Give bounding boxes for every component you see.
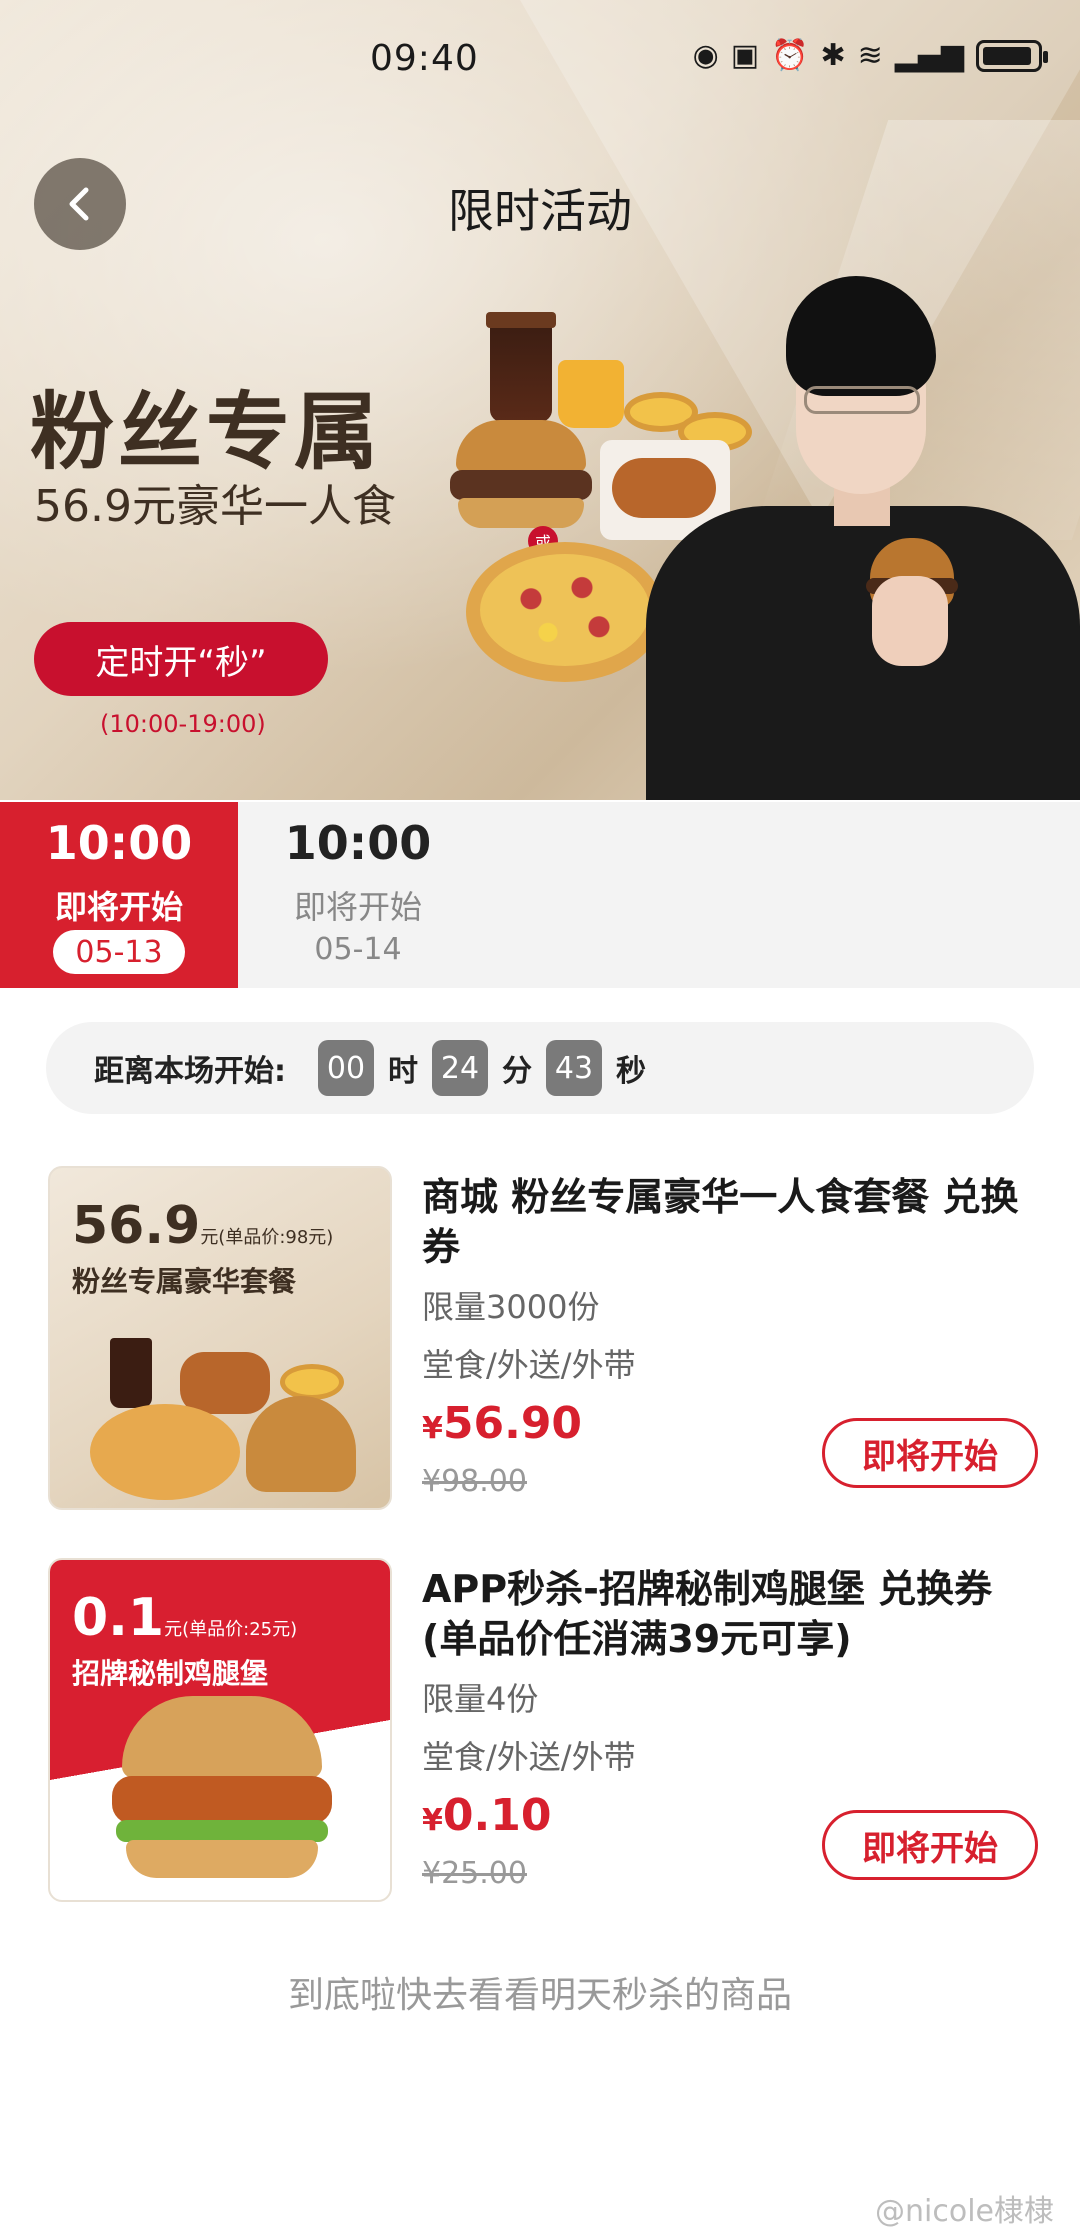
cola-cup-image [110,1338,152,1408]
flash-sale-hours: (10:00-19:00) [100,710,266,738]
thumb-name: 粉丝专属豪华套餐 [72,1265,297,1298]
end-of-list-note: 到底啦快去看看明天秒杀的商品 [287,1975,792,2016]
product-info: APP秒杀-招牌秘制鸡腿堡 兑换券(单品价任消满39元可享) 限量4份 堂食/外… [422,1558,1038,1902]
product-title: APP秒杀-招牌秘制鸡腿堡 兑换券(单品价任消满39元可享) [422,1567,993,1661]
session-status: 即将开始 [293,888,422,926]
battery-icon [976,40,1048,72]
product-title: 商城 粉丝专属豪华一人食套餐 兑换券 [422,1175,1019,1269]
cola-cup-image [486,312,556,422]
page-title: 限时活动 [448,184,632,238]
thumb-price-unit: 元(单品价:98元) [200,1227,334,1248]
status-bar: 09:40 ◉ ▣ ⏰ ✱ ≋ ▂▄▆ [0,0,1080,120]
countdown-seconds: 43 [546,1040,602,1096]
coming-soon-button[interactable]: 即将开始 [822,1810,1038,1880]
minutes-unit: 分 [502,1054,532,1089]
currency-symbol: ¥ [422,1411,443,1446]
product-original-price: ¥98.00 [422,1464,527,1499]
product-original-price: ¥25.00 [422,1856,527,1891]
seconds-unit: 秒 [616,1054,646,1089]
pizza-image [90,1404,240,1500]
product-limit: 限量4份 [422,1680,539,1718]
watermark: @nicole棣棣 [875,2194,1054,2228]
product-limit: 限量3000份 [422,1288,600,1326]
product-price: ¥56.90 [422,1398,583,1449]
product-price: ¥0.10 [422,1790,552,1841]
thumb-price-unit: 元(单品价:25元) [164,1619,298,1640]
wifi-icon: ≋ [857,38,883,73]
bluetooth-icon: ✱ [820,38,846,73]
session-date: 05-13 [53,930,185,974]
thumb-price: 56.9元(单品价:98元) [72,1196,334,1256]
countdown-bar: 距离本场开始: 00 时 24 分 43 秒 [46,1022,1034,1114]
session-date: 05-14 [314,932,402,967]
chicken-burger-image [112,1696,332,1882]
promo-banner[interactable]: 09:40 ◉ ▣ ⏰ ✱ ≋ ▂▄▆ 限时活动 粉丝专属 56.9元豪华一人食… [0,0,1080,800]
countdown-hours: 00 [318,1040,374,1096]
product-service-mode: 堂食/外送/外带 [422,1738,636,1776]
burger-image [246,1396,356,1492]
hours-unit: 时 [388,1054,418,1089]
session-status: 即将开始 [54,888,183,926]
5g-signal-icon: ▂▄▆ [894,38,964,73]
session-tab-0513[interactable]: 10:00 即将开始 05-13 [0,802,238,988]
countdown-label: 距离本场开始: [94,1054,286,1089]
eye-icon: ◉ [692,38,719,73]
chicken-wings-image [180,1352,270,1414]
nfc-icon: ▣ [730,38,760,73]
promo-title: 粉丝专属 [30,383,383,481]
countdown-minutes: 24 [432,1040,488,1096]
promo-subtitle: 56.9元豪华一人食 [34,481,396,532]
egg-tart-image [280,1364,344,1400]
session-tab-0514[interactable]: 10:00 即将开始 05-14 [238,802,478,988]
fries-image [558,360,624,428]
product-service-mode: 堂食/外送/外带 [422,1346,636,1384]
pizza-image [466,542,664,682]
status-time: 09:40 [370,38,479,79]
product-info: 商城 粉丝专属豪华一人食套餐 兑换券 限量3000份 堂食/外送/外带 ¥56.… [422,1166,1038,1510]
product-thumbnail[interactable]: 56.9元(单品价:98元) 粉丝专属豪华套餐 [48,1166,392,1510]
currency-symbol: ¥ [422,1803,443,1838]
product-card[interactable]: 56.9元(单品价:98元) 粉丝专属豪华套餐 商城 粉丝专属豪华一人食套餐 兑… [48,1166,1038,1510]
product-card[interactable]: 0.1元(单品价:25元) 招牌秘制鸡腿堡 APP秒杀-招牌秘制鸡腿堡 兑换券(… [48,1558,1038,1902]
spokesperson-image [636,276,1080,800]
status-icons: ◉ ▣ ⏰ ✱ ≋ ▂▄▆ [692,38,1048,73]
session-tabs: 10:00 即将开始 05-13 10:00 即将开始 05-14 [0,802,1080,988]
burger-image [450,420,592,530]
session-time: 10:00 [284,816,432,870]
session-time: 10:00 [45,816,193,870]
thumb-name: 招牌秘制鸡腿堡 [72,1657,269,1690]
thumb-price: 0.1元(单品价:25元) [72,1588,298,1648]
coming-soon-button[interactable]: 即将开始 [822,1418,1038,1488]
timed-flash-sale-button[interactable]: 定时开“秒” [34,622,328,696]
alarm-icon: ⏰ [771,38,809,73]
product-thumbnail[interactable]: 0.1元(单品价:25元) 招牌秘制鸡腿堡 [48,1558,392,1902]
